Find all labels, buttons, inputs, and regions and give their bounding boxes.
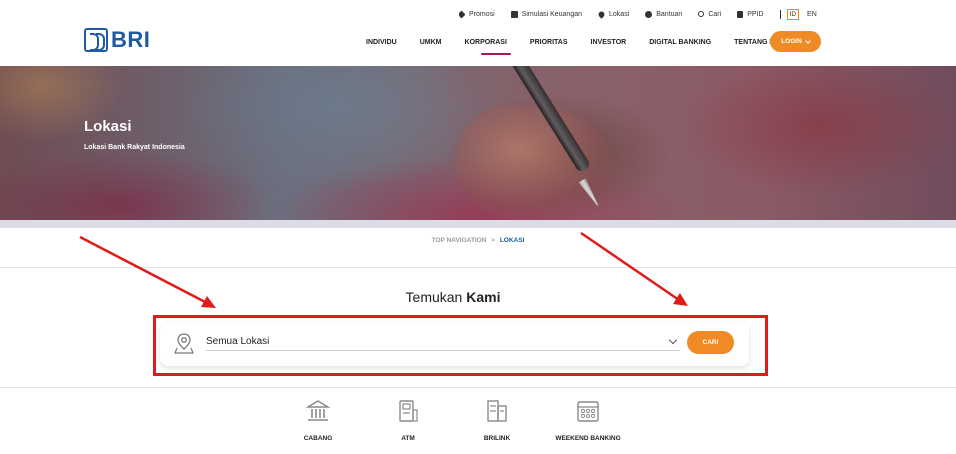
category-atm[interactable]: ATM bbox=[363, 398, 453, 442]
hero-bottom-band bbox=[0, 220, 956, 228]
category-label: ATM bbox=[401, 435, 415, 442]
utility-label: PPID bbox=[747, 10, 764, 18]
map-pin-icon bbox=[597, 9, 606, 19]
main-nav: INDIVIDU UMKM KORPORASI PRIORITAS INVEST… bbox=[366, 39, 804, 55]
utility-nav: Promosi Simulasi Keuangan Lokasi Bantuan… bbox=[457, 8, 817, 20]
breadcrumb: TOP NAVIGATION > LOKASI bbox=[0, 237, 956, 244]
hero-banner: Lokasi Lokasi Bank Rakyat Indonesia bbox=[0, 66, 956, 220]
language-en-toggle[interactable]: EN bbox=[807, 11, 817, 18]
nav-digital-banking[interactable]: DIGITAL BANKING bbox=[649, 39, 711, 46]
calculator-icon bbox=[510, 10, 518, 18]
login-label: LOGIN bbox=[781, 38, 802, 45]
find-title-bold: Kami bbox=[466, 289, 501, 305]
category-label: CABANG bbox=[303, 435, 333, 442]
utility-bantuan[interactable]: Bantuan bbox=[645, 10, 683, 18]
nav-korporasi[interactable]: KORPORASI bbox=[465, 39, 511, 55]
brilink-icon bbox=[487, 400, 507, 422]
utility-label: Simulasi Keuangan bbox=[521, 10, 583, 18]
site-header: BRI Promosi Simulasi Keuangan Lokasi Ban… bbox=[0, 0, 956, 66]
utility-cari[interactable]: Cari bbox=[698, 11, 721, 18]
language-id-toggle[interactable]: ID bbox=[786, 8, 800, 20]
section-divider bbox=[0, 267, 956, 268]
nav-prioritas[interactable]: PRIORITAS bbox=[530, 39, 568, 46]
bri-logo-mark-icon bbox=[84, 28, 108, 52]
utility-simulasi-keuangan[interactable]: Simulasi Keuangan bbox=[510, 10, 583, 18]
utility-label: Lokasi bbox=[609, 10, 630, 18]
breadcrumb-current: LOKASI bbox=[499, 237, 525, 244]
tag-icon bbox=[457, 10, 466, 18]
nav-individu[interactable]: INDIVIDU bbox=[366, 39, 397, 46]
breadcrumb-root[interactable]: TOP NAVIGATION bbox=[432, 237, 487, 244]
annotation-highlight-box bbox=[153, 315, 768, 376]
login-button[interactable]: LOGIN bbox=[770, 31, 821, 52]
utility-label: Cari bbox=[708, 10, 722, 18]
find-us-heading: Temukan Kami bbox=[0, 289, 906, 305]
hero-overlay bbox=[0, 66, 956, 220]
category-brilink[interactable]: BRILINK bbox=[452, 398, 542, 442]
utility-lokasi[interactable]: Lokasi bbox=[597, 9, 630, 19]
page-title: Lokasi bbox=[84, 118, 132, 135]
nav-investor[interactable]: INVESTOR bbox=[591, 39, 627, 46]
utility-promosi[interactable]: Promosi bbox=[457, 10, 495, 18]
breadcrumb-separator: > bbox=[491, 237, 495, 244]
page-subtitle: Lokasi Bank Rakyat Indonesia bbox=[84, 144, 185, 151]
find-title-regular: Temukan bbox=[405, 289, 463, 305]
nav-umkm[interactable]: UMKM bbox=[420, 39, 442, 46]
section-divider bbox=[0, 387, 956, 388]
category-label: WEEKEND BANKING bbox=[555, 435, 621, 442]
utility-label: Bantuan bbox=[656, 10, 683, 18]
calendar-icon bbox=[577, 401, 599, 422]
utility-ppid[interactable]: PPID bbox=[737, 10, 764, 18]
category-weekend-banking[interactable]: WEEKEND BANKING bbox=[543, 398, 633, 442]
category-cabang[interactable]: CABANG bbox=[273, 398, 363, 442]
logo-text: BRI bbox=[111, 27, 151, 52]
language-divider bbox=[779, 9, 781, 19]
category-label: BRILINK bbox=[483, 435, 511, 442]
utility-label: Promosi bbox=[469, 10, 495, 18]
bank-building-icon bbox=[305, 400, 331, 421]
atm-icon bbox=[399, 400, 418, 422]
search-icon bbox=[698, 11, 705, 17]
document-icon bbox=[737, 10, 744, 18]
help-icon bbox=[645, 10, 653, 18]
chevron-down-icon bbox=[804, 37, 811, 44]
bri-logo[interactable]: BRI bbox=[84, 28, 150, 52]
